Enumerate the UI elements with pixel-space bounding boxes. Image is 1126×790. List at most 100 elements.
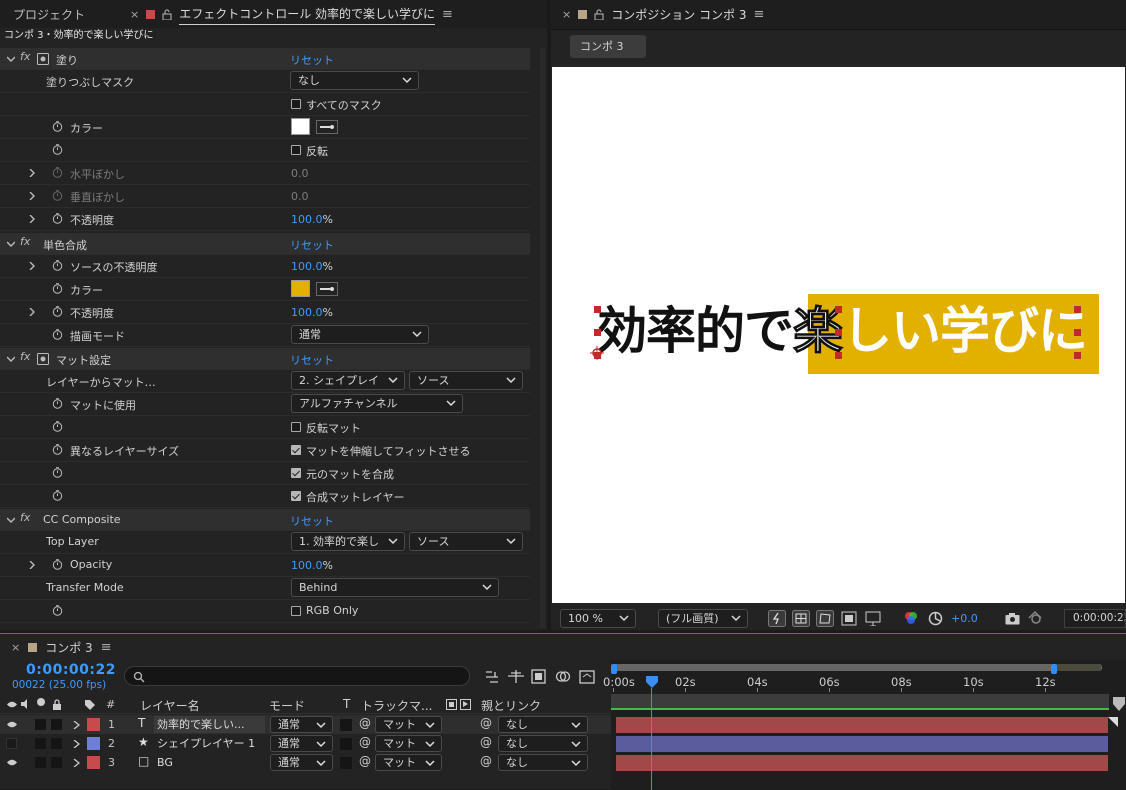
work-area-bar[interactable]: [612, 664, 1102, 671]
tab-composition[interactable]: × コンポジション コンポ 3 ≡: [551, 0, 772, 30]
parent-dropdown[interactable]: なし: [498, 735, 588, 752]
effect-header-cc-composite[interactable]: fx CC Composite リセット: [0, 509, 530, 531]
audio-icon[interactable]: [20, 699, 32, 709]
stopwatch-icon[interactable]: [52, 121, 63, 132]
source-opacity-field[interactable]: 100.0%: [291, 260, 333, 273]
zoom-dropdown[interactable]: 100 %: [560, 609, 636, 628]
solid-opacity-field[interactable]: 100.0%: [291, 306, 333, 319]
layer-mode-dropdown[interactable]: 通常: [270, 716, 333, 733]
stopwatch-icon[interactable]: [52, 260, 63, 271]
layer-mode-dropdown[interactable]: 通常: [270, 754, 333, 771]
hide-shy-layers-icon[interactable]: [531, 669, 546, 684]
label-tag-icon[interactable]: [84, 699, 96, 711]
region-of-interest-icon[interactable]: [841, 611, 857, 626]
timeline-layer-row[interactable]: 1 T 効率的で楽しい... 通常 @ マット @ なし: [0, 715, 611, 734]
parent-pickwhip-icon[interactable]: @: [480, 716, 492, 730]
chevron-right-icon[interactable]: [28, 262, 36, 270]
comp-flowchart-icon[interactable]: [484, 670, 500, 684]
parent-dropdown[interactable]: なし: [498, 754, 588, 771]
source-opacity-value[interactable]: 100.0: [291, 260, 323, 273]
track-matte-dropdown[interactable]: マット: [375, 735, 442, 752]
pickwhip-icon[interactable]: @: [359, 754, 371, 768]
stretch-matte-checkbox[interactable]: [291, 445, 301, 455]
fx-icon[interactable]: fx: [20, 350, 30, 363]
layer-search-input[interactable]: [124, 666, 470, 686]
close-icon[interactable]: ×: [562, 8, 571, 21]
luma-icon[interactable]: [460, 699, 471, 710]
mask-visibility-icon[interactable]: [816, 610, 834, 627]
eye-toggle-off[interactable]: [6, 738, 17, 749]
reset-link-fill[interactable]: リセット: [290, 52, 334, 68]
chevron-right-icon[interactable]: [28, 308, 36, 316]
col-layer-name[interactable]: レイヤー名: [140, 697, 200, 714]
close-icon[interactable]: ×: [130, 8, 139, 21]
solo-icon[interactable]: [37, 698, 45, 706]
layer-name[interactable]: 効率的で楽しい...: [154, 716, 265, 733]
unlock-icon[interactable]: [162, 9, 172, 20]
fill-opacity-value[interactable]: 100.0: [291, 213, 323, 226]
fill-mask-dropdown[interactable]: なし: [290, 71, 419, 90]
work-area-start-handle[interactable]: [611, 664, 617, 674]
current-time-field[interactable]: 0:00:00:22: [1064, 609, 1126, 628]
fill-color-swatch[interactable]: [291, 118, 310, 135]
stopwatch-icon[interactable]: [52, 421, 63, 432]
lock-icon[interactable]: [52, 699, 62, 710]
time-ruler[interactable]: 0:00s 02s 04s 06s 08s 10s 12s: [603, 674, 1111, 692]
preserve-transparency-toggle[interactable]: [340, 757, 352, 769]
draft-3d-icon[interactable]: [507, 669, 525, 684]
invert-matte-checkbox[interactable]: [291, 422, 301, 432]
playhead-handle-icon[interactable]: [645, 676, 658, 688]
cc-opacity-field[interactable]: 100.0%: [291, 559, 333, 572]
layer-duration-bar[interactable]: [616, 736, 1108, 752]
stopwatch-icon[interactable]: [52, 167, 63, 178]
anchor-point-icon[interactable]: [589, 345, 605, 361]
invert-checkbox[interactable]: [291, 145, 301, 155]
solid-opacity-value[interactable]: 100.0: [291, 306, 323, 319]
reset-link-solid[interactable]: リセット: [290, 237, 334, 253]
effect-header-solid-composite[interactable]: fx 単色合成 リセット: [0, 233, 530, 255]
premultiply-checkbox[interactable]: [291, 491, 301, 501]
chevron-down-icon[interactable]: [7, 240, 15, 248]
solo-toggle[interactable]: [35, 757, 46, 768]
lock-toggle[interactable]: [51, 738, 62, 749]
lock-toggle[interactable]: [51, 719, 62, 730]
selection-handle[interactable]: [1074, 352, 1081, 359]
layer-duration-bar[interactable]: [616, 717, 1108, 733]
viewer-text-layer[interactable]: 効率的で楽しい学びに: [597, 301, 1088, 361]
pickwhip-icon[interactable]: @: [359, 716, 371, 730]
stopwatch-icon[interactable]: [52, 213, 63, 224]
layer-duration-bar[interactable]: [616, 755, 1108, 771]
h-feather-value[interactable]: 0.0: [291, 167, 309, 180]
layer-label-color[interactable]: [87, 718, 100, 731]
timeline-timecode[interactable]: 0:00:00:22: [26, 662, 116, 678]
track-matte-dropdown[interactable]: マット: [375, 754, 442, 771]
fast-preview-icon[interactable]: [768, 610, 786, 627]
color-management-icon[interactable]: [928, 611, 943, 626]
eye-icon[interactable]: [6, 720, 18, 729]
stopwatch-icon[interactable]: [52, 306, 63, 317]
panel-scrollbar[interactable]: [540, 48, 545, 628]
cc-opacity-value[interactable]: 100.0: [291, 559, 323, 572]
transfer-mode-dropdown[interactable]: Behind: [291, 578, 499, 597]
layer-name[interactable]: BG: [154, 754, 265, 771]
stopwatch-icon[interactable]: [52, 559, 63, 570]
layer-out-handle-icon[interactable]: [1106, 715, 1120, 729]
eyedropper-icon[interactable]: [316, 282, 338, 296]
unlock-icon[interactable]: [594, 9, 604, 20]
work-area-end-handle[interactable]: [1051, 664, 1057, 674]
grid-guides-icon[interactable]: [865, 611, 881, 626]
fill-opacity-field[interactable]: 100.0%: [291, 213, 333, 226]
all-masks-checkbox[interactable]: [291, 99, 301, 109]
effect-header-set-matte[interactable]: fx マット設定 リセット: [0, 348, 530, 370]
selection-handle[interactable]: [835, 352, 842, 359]
use-for-matte-dropdown[interactable]: アルファチャンネル: [291, 394, 463, 413]
track-matte-dropdown[interactable]: マット: [375, 716, 442, 733]
chevron-right-icon[interactable]: [73, 721, 80, 729]
panel-menu-icon[interactable]: ≡: [442, 7, 453, 22]
chevron-down-icon[interactable]: [7, 516, 15, 524]
top-layer-dropdown[interactable]: 1. 効率的で楽し: [291, 532, 405, 551]
selection-handle[interactable]: [594, 329, 601, 336]
chevron-right-icon[interactable]: [28, 192, 36, 200]
fx-icon[interactable]: fx: [20, 50, 30, 63]
chevron-right-icon[interactable]: [73, 759, 80, 767]
